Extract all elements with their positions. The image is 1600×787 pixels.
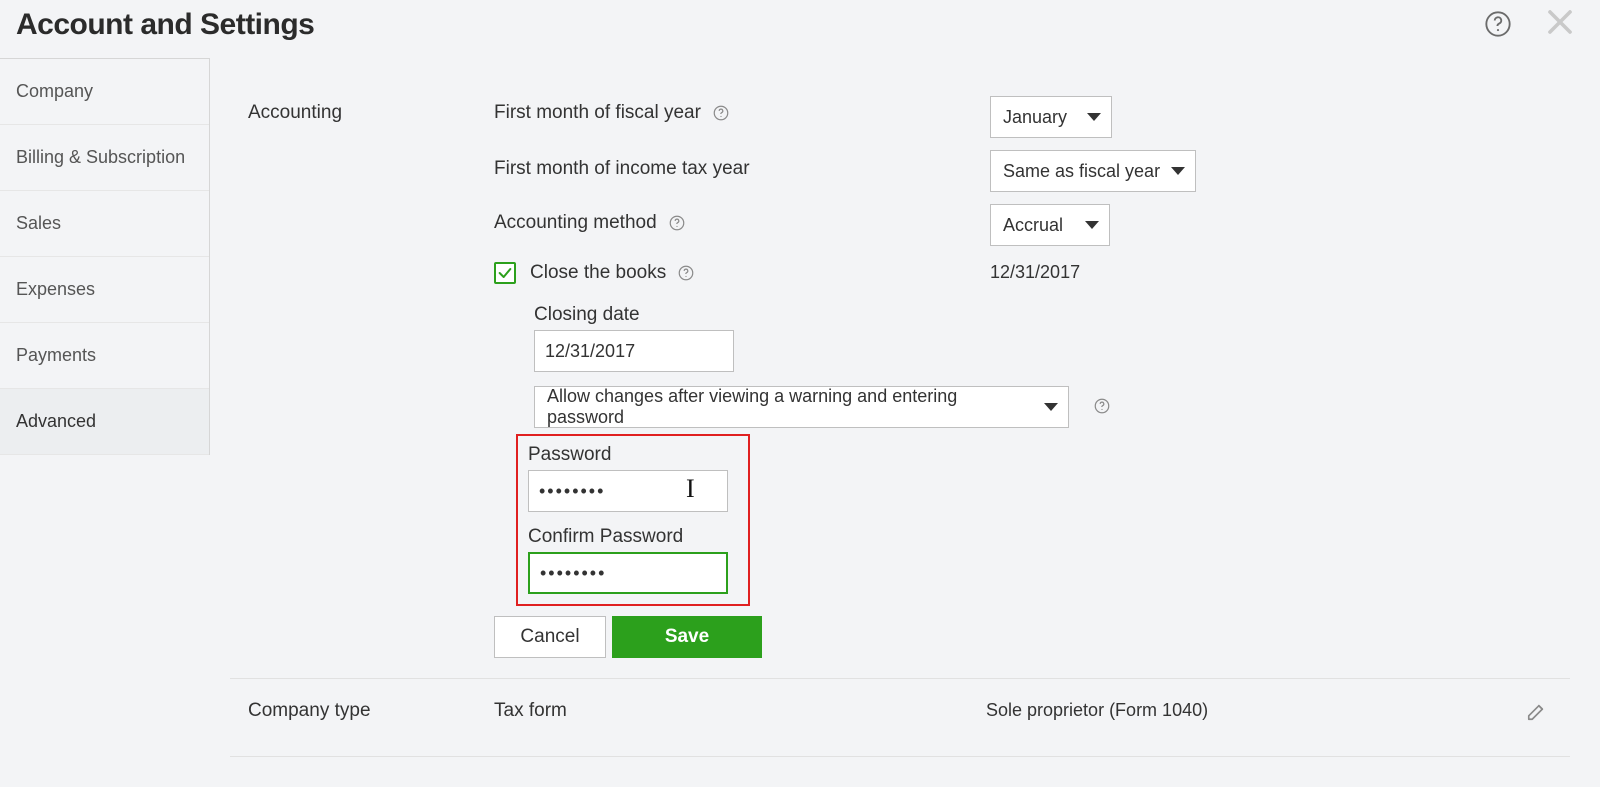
sidebar-item-label: Company bbox=[16, 81, 93, 102]
select-value: January bbox=[1003, 107, 1067, 128]
fiscal-year-select[interactable]: January bbox=[990, 96, 1112, 138]
info-icon[interactable] bbox=[1092, 396, 1112, 416]
chevron-down-icon bbox=[1044, 403, 1058, 411]
close-icon[interactable] bbox=[1538, 0, 1582, 44]
sidebar-item-label: Advanced bbox=[16, 411, 96, 432]
sidebar-item-advanced[interactable]: Advanced bbox=[0, 389, 209, 455]
section-divider bbox=[230, 678, 1570, 679]
cancel-button[interactable]: Cancel bbox=[494, 616, 606, 658]
page-title: Account and Settings bbox=[16, 8, 314, 42]
select-value: Same as fiscal year bbox=[1003, 161, 1160, 182]
help-icon[interactable] bbox=[1480, 6, 1516, 42]
sidebar-item-sales[interactable]: Sales bbox=[0, 191, 209, 257]
sidebar-item-billing[interactable]: Billing & Subscription bbox=[0, 125, 209, 191]
tax-form-label: Tax form bbox=[494, 700, 567, 722]
fiscal-year-label: First month of fiscal year bbox=[494, 102, 701, 124]
select-value: Accrual bbox=[1003, 215, 1063, 236]
chevron-down-icon bbox=[1171, 167, 1185, 175]
income-tax-year-select[interactable]: Same as fiscal year bbox=[990, 150, 1196, 192]
password-highlight-box: Password I Confirm Password bbox=[516, 434, 750, 606]
accounting-method-label: Accounting method bbox=[494, 212, 657, 234]
close-books-label: Close the books bbox=[530, 262, 666, 284]
sidebar-item-company[interactable]: Company bbox=[0, 59, 209, 125]
closing-date-label: Closing date bbox=[534, 304, 640, 326]
select-value: Allow changes after viewing a warning an… bbox=[547, 386, 1034, 428]
password-input[interactable] bbox=[528, 470, 728, 512]
sidebar-item-payments[interactable]: Payments bbox=[0, 323, 209, 389]
text-cursor-icon: I bbox=[686, 474, 695, 504]
close-books-policy-select[interactable]: Allow changes after viewing a warning an… bbox=[534, 386, 1069, 428]
info-icon[interactable] bbox=[676, 263, 696, 283]
sidebar-item-label: Expenses bbox=[16, 279, 95, 300]
sidebar-item-label: Sales bbox=[16, 213, 61, 234]
chevron-down-icon bbox=[1087, 113, 1101, 121]
income-tax-year-label: First month of income tax year bbox=[494, 158, 750, 180]
closing-date-input[interactable] bbox=[534, 330, 734, 372]
password-label: Password bbox=[528, 444, 738, 466]
info-icon[interactable] bbox=[711, 103, 731, 123]
sidebar-item-label: Payments bbox=[16, 345, 96, 366]
edit-pencil-icon[interactable] bbox=[1526, 700, 1550, 724]
sidebar-item-label: Billing & Subscription bbox=[16, 147, 185, 168]
close-books-checkbox[interactable] bbox=[494, 262, 516, 284]
button-label: Save bbox=[665, 626, 709, 648]
button-label: Cancel bbox=[520, 626, 579, 648]
sidebar-item-expenses[interactable]: Expenses bbox=[0, 257, 209, 323]
tax-form-value: Sole proprietor (Form 1040) bbox=[986, 700, 1208, 721]
section-divider bbox=[230, 756, 1570, 757]
chevron-down-icon bbox=[1085, 221, 1099, 229]
settings-sidebar: Company Billing & Subscription Sales Exp… bbox=[0, 58, 210, 455]
accounting-method-select[interactable]: Accrual bbox=[990, 204, 1110, 246]
info-icon[interactable] bbox=[667, 213, 687, 233]
close-books-date-display: 12/31/2017 bbox=[990, 262, 1080, 283]
section-title-company-type: Company type bbox=[248, 700, 371, 722]
confirm-password-label: Confirm Password bbox=[528, 526, 738, 548]
section-title-accounting: Accounting bbox=[248, 102, 342, 124]
save-button[interactable]: Save bbox=[612, 616, 762, 658]
confirm-password-input[interactable] bbox=[528, 552, 728, 594]
